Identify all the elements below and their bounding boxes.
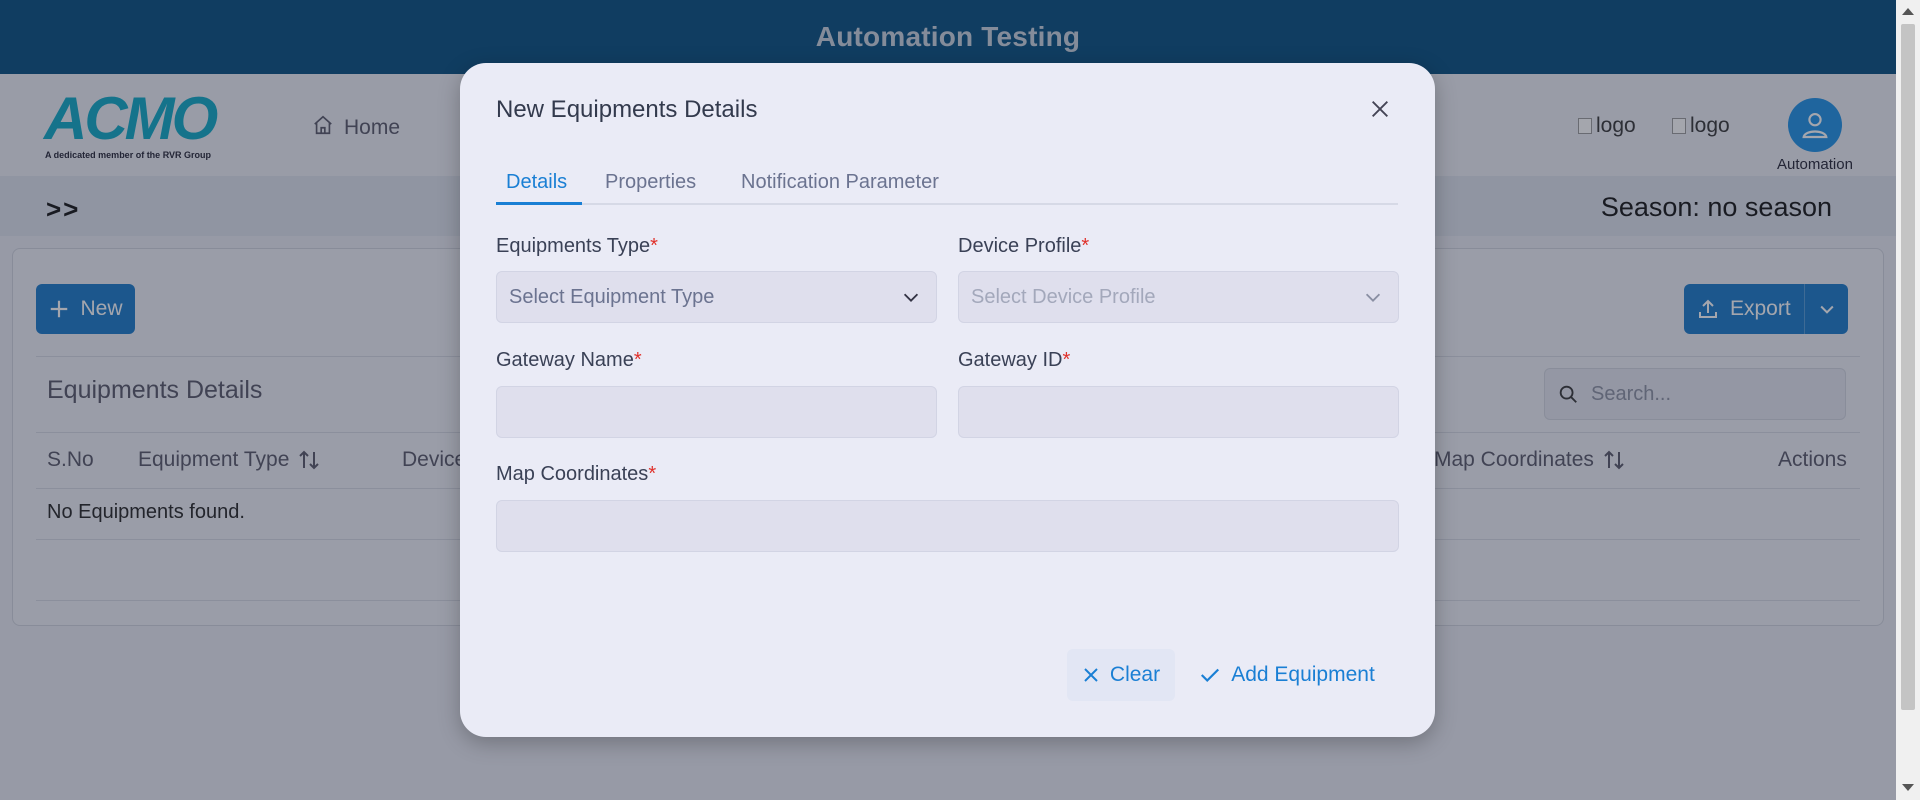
required-marker: * (633, 349, 642, 371)
chevron-down-icon (903, 293, 919, 302)
required-marker: * (1081, 235, 1090, 257)
gateway-name-field[interactable] (496, 386, 937, 438)
close-button[interactable] (1366, 95, 1394, 123)
label-text: Device Profile (958, 235, 1082, 257)
scroll-thumb[interactable] (1901, 24, 1915, 710)
add-equipment-button-label: Add Equipment (1231, 663, 1375, 686)
required-marker: * (648, 463, 657, 485)
dialog-title: New Equipments Details (496, 96, 758, 123)
tab-properties[interactable]: Properties (605, 171, 696, 194)
gateway-id-field[interactable] (958, 386, 1399, 438)
device-profile-label: Device Profile* (958, 235, 1089, 258)
add-equipment-button[interactable]: Add Equipment (1190, 649, 1384, 701)
map-coordinates-label: Map Coordinates* (496, 463, 656, 486)
tab-notification-parameter[interactable]: Notification Parameter (741, 171, 939, 194)
required-marker: * (650, 235, 658, 257)
required-marker: * (1062, 349, 1071, 371)
close-icon (1372, 101, 1388, 117)
tab-details[interactable]: Details (506, 171, 567, 194)
clear-button-label: Clear (1109, 663, 1161, 686)
check-icon (1201, 668, 1220, 683)
gateway-name-label: Gateway Name* (496, 349, 642, 372)
new-equipment-dialog: New Equipments Details Details Propertie… (460, 63, 1435, 737)
scroll-up-icon[interactable] (1902, 8, 1914, 15)
label-text: Gateway ID (958, 349, 1063, 371)
map-coordinates-field[interactable] (496, 500, 1399, 552)
dialog-tabs: Details Properties Notification Paramete… (496, 159, 1398, 205)
scroll-down-icon[interactable] (1902, 784, 1914, 791)
label-text: Equipments Type (496, 235, 651, 257)
select-placeholder: Select Equipment Type (509, 285, 715, 308)
active-tab-indicator (496, 202, 582, 205)
label-text: Map Coordinates (496, 463, 649, 485)
close-icon (1084, 668, 1098, 682)
device-profile-select[interactable]: Select Device Profile (958, 271, 1399, 323)
select-placeholder: Select Device Profile (971, 285, 1156, 308)
chevron-down-icon (1365, 293, 1381, 302)
equipment-type-select[interactable]: Select Equipment Type (496, 271, 937, 323)
equipment-type-label: Equipments Type* (496, 235, 658, 258)
gateway-id-label: Gateway ID* (958, 349, 1070, 372)
label-text: Gateway Name (496, 349, 634, 371)
page-scrollbar[interactable] (1896, 0, 1920, 800)
clear-button[interactable]: Clear (1067, 649, 1175, 701)
